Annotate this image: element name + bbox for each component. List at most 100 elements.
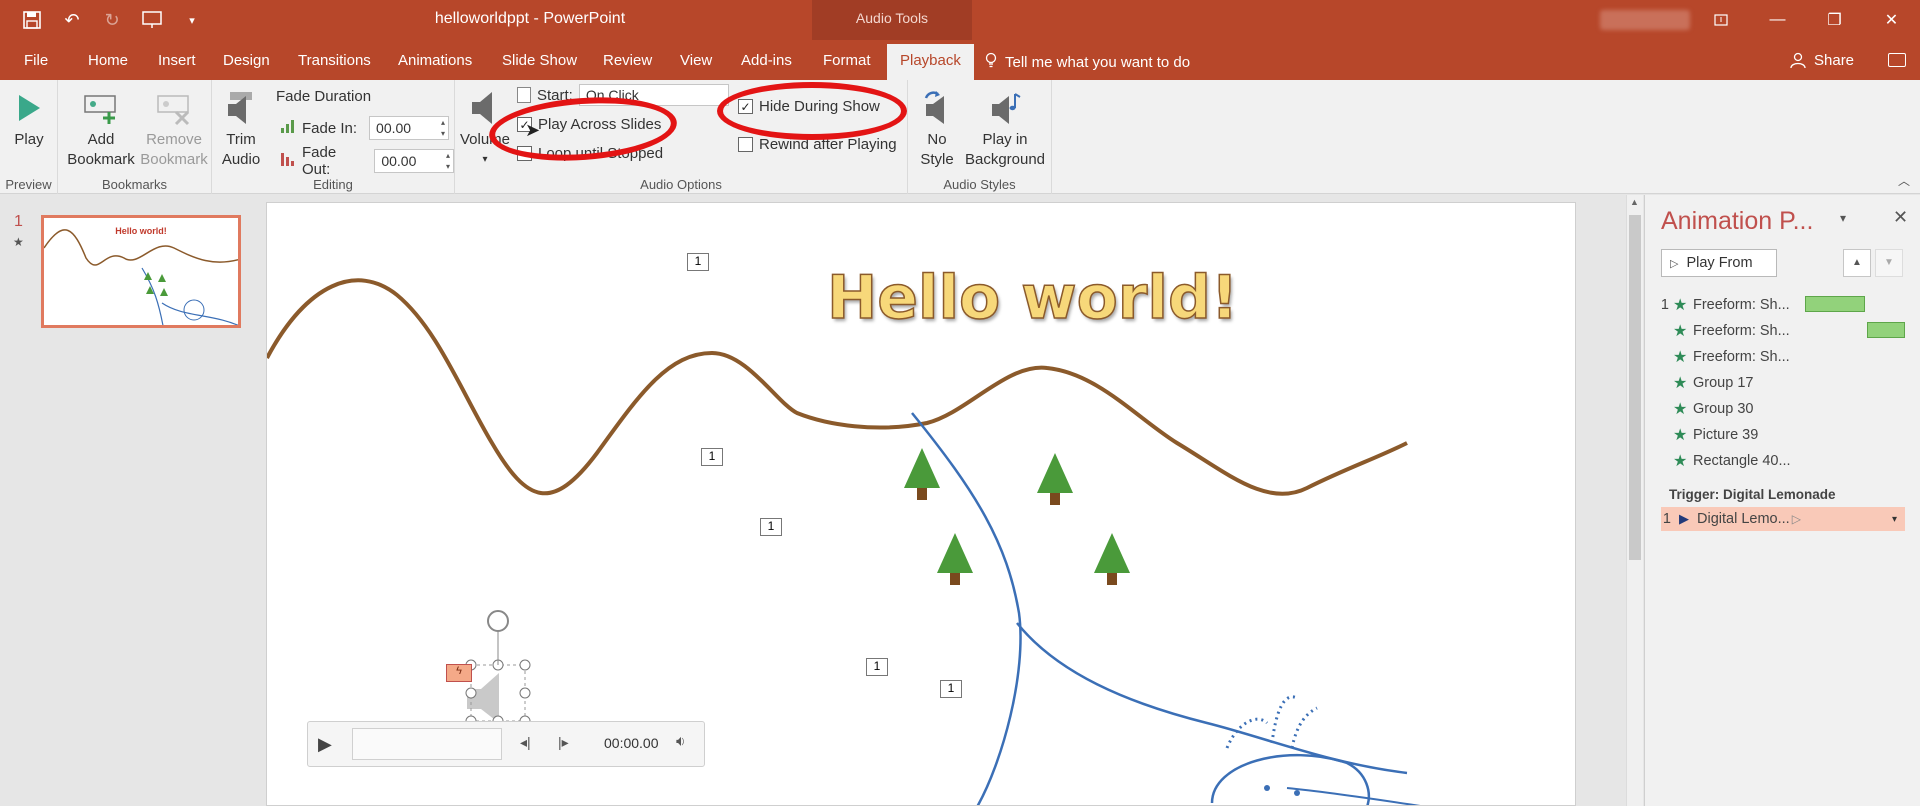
- animation-item-label: Freeform: Sh...: [1693, 323, 1790, 339]
- player-progress-bar[interactable]: [352, 728, 502, 760]
- slide-thumbnail[interactable]: Hello world!: [41, 215, 241, 328]
- timing-bar[interactable]: [1867, 322, 1905, 338]
- animation-tag[interactable]: 1: [687, 253, 709, 271]
- move-down-icon[interactable]: ▼: [1875, 249, 1903, 277]
- group-bookmarks: Add Bookmark Remove Bookmark Bookmarks: [58, 80, 212, 194]
- remove-bookmark-icon: [156, 88, 192, 128]
- tab-home[interactable]: Home: [88, 52, 128, 69]
- item-dropdown-icon[interactable]: ▾: [1892, 514, 1897, 525]
- entrance-star-icon: ★: [1673, 427, 1688, 444]
- play-from-button[interactable]: ▷ Play From: [1661, 249, 1777, 277]
- trigger-lightning-icon[interactable]: ϟ: [446, 664, 472, 682]
- add-bookmark-button[interactable]: Add Bookmark: [64, 88, 138, 170]
- tab-view[interactable]: View: [680, 52, 712, 69]
- player-back-icon[interactable]: ◂|: [520, 734, 531, 751]
- media-play-icon: ▶: [1679, 511, 1689, 526]
- animation-item[interactable]: 1 ★ Freeform: Sh...: [1645, 293, 1920, 317]
- play-in-background-button[interactable]: Play in Background: [962, 88, 1048, 170]
- comments-icon[interactable]: [1888, 53, 1906, 67]
- entrance-star-icon: ★: [1673, 375, 1688, 392]
- tab-animations[interactable]: Animations: [398, 52, 472, 69]
- editing-group-label: Editing: [313, 177, 353, 192]
- fade-out-input[interactable]: 00.00: [374, 149, 454, 173]
- no-style-button[interactable]: No Style: [912, 88, 962, 170]
- trigger-heading: Trigger: Digital Lemonade: [1669, 487, 1836, 502]
- add-bookmark-label-1: Add: [87, 131, 115, 148]
- fade-in-label: Fade In:: [302, 119, 358, 137]
- restore-icon[interactable]: ❐: [1806, 0, 1863, 40]
- tab-transitions[interactable]: Transitions: [298, 52, 371, 69]
- move-up-icon[interactable]: ▲: [1843, 249, 1871, 277]
- scroll-up-icon[interactable]: ▲: [1630, 197, 1639, 207]
- timing-bar[interactable]: [1805, 296, 1865, 312]
- river-branch: [1016, 622, 1408, 775]
- tab-design[interactable]: Design: [223, 52, 270, 69]
- tab-playback[interactable]: Playback: [887, 44, 974, 80]
- animation-item[interactable]: ★ Rectangle 40...: [1645, 449, 1920, 473]
- collapse-ribbon-icon[interactable]: ︿: [1898, 172, 1910, 189]
- animation-pane: Animation P... ▾ ✕ ▷ Play From ▲ ▼ 1 ★ F…: [1644, 195, 1920, 806]
- player-volume-icon[interactable]: 🔉︎: [676, 733, 685, 750]
- audio-styles-group-label: Audio Styles: [943, 177, 1016, 192]
- entrance-star-icon: ★: [1673, 401, 1688, 418]
- tab-review[interactable]: Review: [603, 52, 652, 69]
- preview-group-label: Preview: [5, 177, 52, 192]
- fade-in-input[interactable]: 00.00: [369, 116, 450, 140]
- animation-item[interactable]: ★ Group 17: [1645, 371, 1920, 395]
- animation-tag[interactable]: 1: [701, 448, 723, 466]
- tab-add-ins[interactable]: Add-ins: [741, 52, 792, 69]
- trim-audio-icon: [223, 88, 259, 128]
- volume-dropdown-icon: ▾: [482, 154, 488, 165]
- character-drawing: [1210, 695, 1371, 805]
- tab-slide-show[interactable]: Slide Show: [502, 52, 577, 69]
- lightbulb-icon: [985, 52, 997, 72]
- thumbnail-drawing: [44, 229, 238, 325]
- play-in-background-icon: [987, 88, 1023, 128]
- remove-bookmark-button[interactable]: Remove Bookmark: [138, 88, 210, 170]
- scroll-thumb[interactable]: [1629, 215, 1641, 560]
- audio-options-group-label: Audio Options: [640, 177, 722, 192]
- slide-canvas[interactable]: Hello world! 1 1 1 1 1 ϟ ▶ ◂| |▸ 00:00.0…: [266, 202, 1576, 806]
- vertical-scrollbar[interactable]: ▲: [1626, 195, 1643, 806]
- powerpoint-window: ↶ ↻ ▾ helloworldppt - PowerPoint Audio T…: [0, 0, 1920, 806]
- tab-file[interactable]: File: [24, 52, 48, 69]
- animation-item[interactable]: ★ Freeform: Sh...: [1645, 345, 1920, 369]
- pane-close-icon[interactable]: ✕: [1893, 207, 1908, 228]
- animation-item[interactable]: ★ Group 30: [1645, 397, 1920, 421]
- close-icon[interactable]: ✕: [1863, 0, 1920, 40]
- slide-title[interactable]: Hello world!: [826, 262, 1239, 334]
- ribbon-display-icon[interactable]: [1692, 0, 1749, 40]
- trigger-animation-item[interactable]: 1 ▶ Digital Lemo... ▷ ▾: [1661, 507, 1905, 531]
- player-forward-icon[interactable]: |▸: [558, 734, 569, 751]
- trim-audio-button[interactable]: Trim Audio: [216, 88, 266, 170]
- play-label: Play: [14, 131, 44, 148]
- share-button[interactable]: Share: [1790, 52, 1854, 72]
- no-style-label-2: Style: [920, 151, 954, 168]
- play-button[interactable]: Play: [6, 88, 52, 150]
- tab-format[interactable]: Format: [823, 52, 871, 69]
- thumbnail-animation-star-icon: ★: [13, 235, 24, 249]
- animation-tag[interactable]: 1: [760, 518, 782, 536]
- remove-bookmark-label-2: Bookmark: [140, 151, 208, 168]
- tell-me-box[interactable]: Tell me what you want to do: [985, 52, 1190, 72]
- entrance-star-icon: ★: [1673, 453, 1688, 470]
- animation-item[interactable]: ★ Picture 39: [1645, 423, 1920, 447]
- play-icon: [11, 88, 47, 128]
- animation-tag[interactable]: 1: [940, 680, 962, 698]
- minimize-icon[interactable]: —: [1749, 0, 1806, 40]
- rewind-after-playing-checkbox[interactable]: [738, 137, 753, 152]
- tree-3: [937, 533, 973, 585]
- user-account[interactable]: [1600, 10, 1690, 30]
- entrance-star-icon: ★: [1673, 297, 1688, 314]
- play-from-label: Play From: [1686, 255, 1753, 271]
- tree-1: [904, 448, 940, 500]
- pane-options-icon[interactable]: ▾: [1840, 211, 1846, 225]
- animation-tag[interactable]: 1: [866, 658, 888, 676]
- river-branch-2: [1286, 787, 1421, 805]
- group-editing: Trim Audio Fade Duration Fade In: 00.00 …: [212, 80, 455, 194]
- tab-insert[interactable]: Insert: [158, 52, 196, 69]
- player-play-icon[interactable]: ▶: [318, 734, 332, 755]
- play-in-background-label-2: Background: [964, 151, 1046, 168]
- start-icon: [517, 87, 531, 103]
- trigger-item-label: Digital Lemo...: [1697, 511, 1790, 527]
